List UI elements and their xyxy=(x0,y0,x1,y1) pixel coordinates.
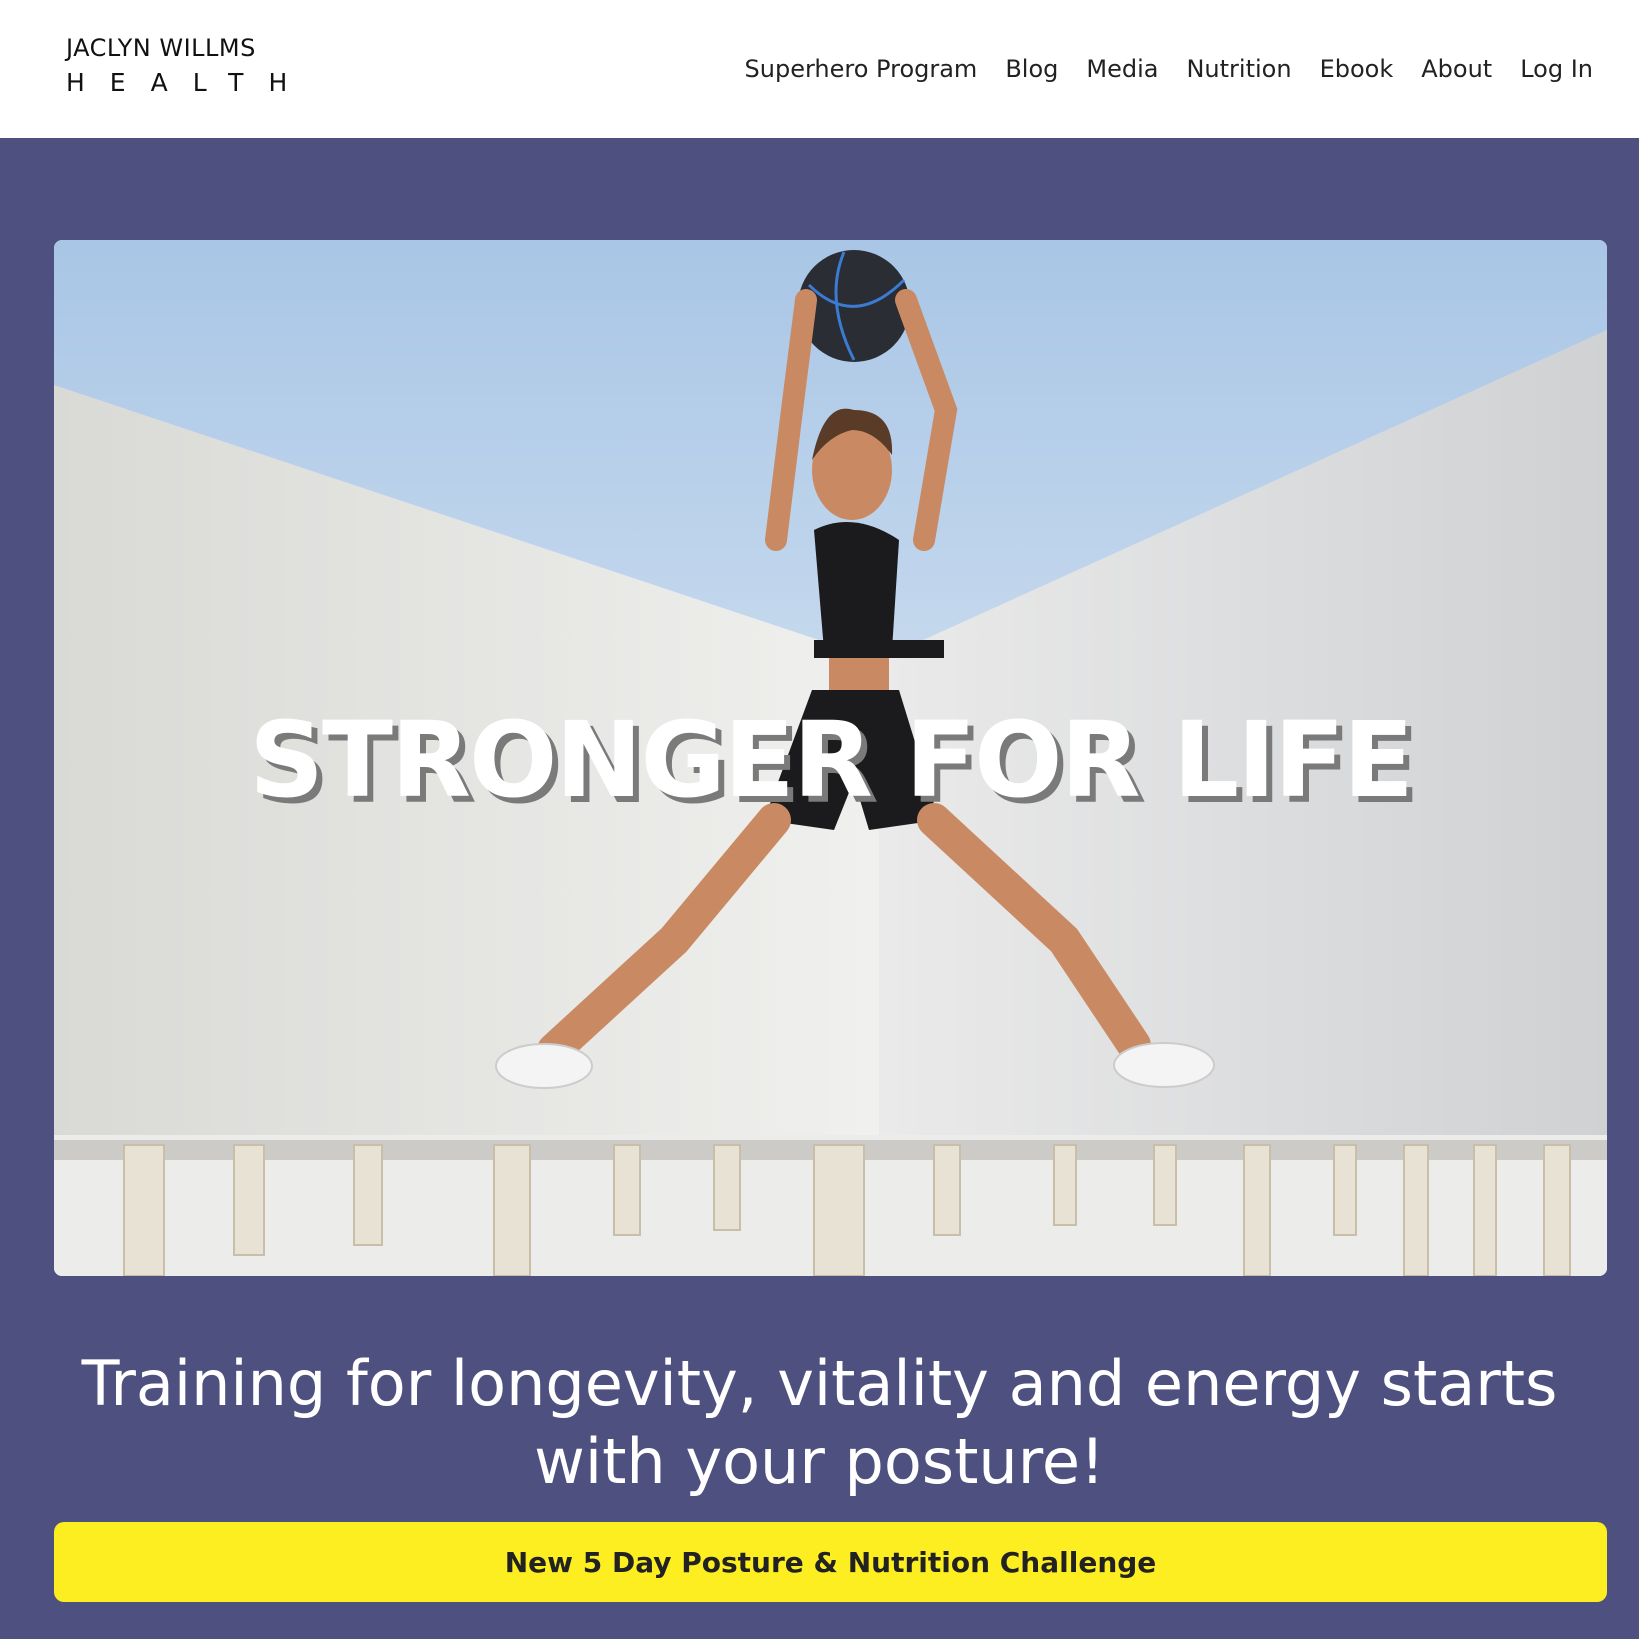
hero-image: STRONGER FOR LIFE xyxy=(54,240,1607,1276)
main-nav: Superhero Program Blog Media Nutrition E… xyxy=(745,52,1593,86)
hero-title: STRONGER FOR LIFE xyxy=(249,699,1414,821)
tagline: Training for longevity, vitality and ene… xyxy=(81,1347,1558,1498)
nav-about[interactable]: About xyxy=(1421,52,1492,86)
nav-blog[interactable]: Blog xyxy=(1005,52,1058,86)
site-logo[interactable]: JACLYN WILLMS HEALTH xyxy=(66,34,312,100)
logo-line1: JACLYN WILLMS xyxy=(66,34,256,62)
nav-log-in[interactable]: Log In xyxy=(1520,52,1593,86)
challenge-cta-button[interactable]: New 5 Day Posture & Nutrition Challenge xyxy=(54,1522,1607,1602)
logo-line2: HEALTH xyxy=(66,68,313,97)
nav-ebook[interactable]: Ebook xyxy=(1320,52,1394,86)
challenge-cta-label: New 5 Day Posture & Nutrition Challenge xyxy=(504,1545,1157,1579)
site-header: JACLYN WILLMS HEALTH Superhero Program B… xyxy=(0,0,1639,138)
nav-superhero-program[interactable]: Superhero Program xyxy=(745,52,978,86)
nav-media[interactable]: Media xyxy=(1086,52,1158,86)
nav-nutrition[interactable]: Nutrition xyxy=(1186,52,1291,86)
